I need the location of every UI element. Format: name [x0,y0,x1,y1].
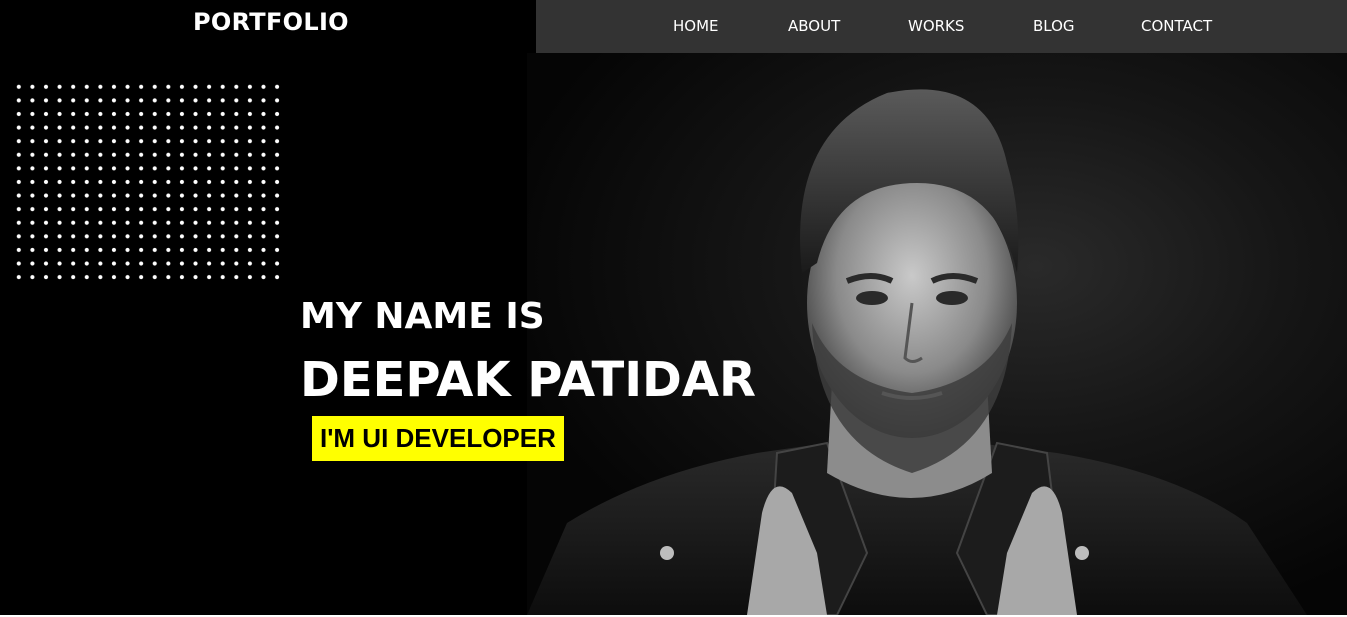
top-navbar: HOME ABOUT WORKS BLOG CONTACT [536,0,1347,53]
nav-blog-link[interactable]: BLOG [1033,17,1075,35]
portrait-illustration [527,89,1307,615]
hero-name-heading: DEEPAK PATIDAR [300,352,756,408]
hero-portrait-photo [527,53,1347,615]
nav-works-link[interactable]: WORKS [908,17,964,35]
hero-role-badge: I'M UI DEVELOPER [312,416,564,461]
hero-intro-text: MY NAME IS [300,296,545,337]
nav-about-link[interactable]: ABOUT [788,17,840,35]
site-logo[interactable]: PORTFOLIO [193,8,349,36]
nav-home-link[interactable]: HOME [673,17,719,35]
page: HOME ABOUT WORKS BLOG CONTACT PORTFOLIO … [0,0,1347,617]
dot-pattern-decoration [12,80,285,285]
nav-contact-link[interactable]: CONTACT [1141,17,1212,35]
